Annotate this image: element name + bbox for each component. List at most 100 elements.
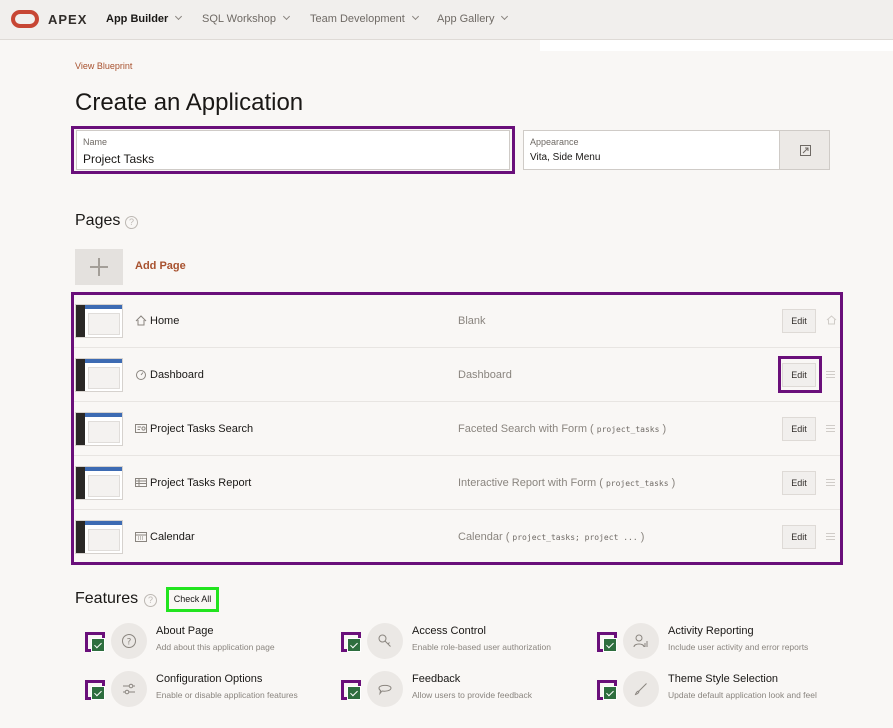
add-page-link[interactable]: Add Page [135,260,186,272]
drag-handle-icon[interactable] [826,425,835,432]
feature-icon-circle: ? [111,623,147,659]
page-source: project_tasks; project ... [512,533,638,542]
open-dialog-icon [800,145,811,156]
page-thumbnail [75,466,123,500]
feature-icon-circle [367,671,403,707]
page-row-project-tasks-report: Project Tasks Report Interactive Report … [74,456,840,510]
page-row-home: Home Blank Edit [74,294,840,348]
feature-feedback: Feedback Allow users to provide feedback [341,671,591,724]
page-title: Create an Application [75,89,304,116]
page-source: project_tasks [605,479,669,488]
feature-title: Configuration Options [156,673,263,685]
page-type: Faceted Search with Form ( project_tasks… [458,423,666,435]
page-type-label: Dashboard [458,369,512,381]
page-thumbnail [75,358,123,392]
edit-page-button[interactable]: Edit [782,417,816,441]
gauge-icon [136,370,146,380]
page-thumbnail [75,304,123,338]
page-name[interactable]: Home [150,315,179,327]
nav-app-builder-label: App Builder [106,13,169,25]
theme-style-selection-checkbox[interactable] [603,686,617,700]
feature-title: Theme Style Selection [668,673,779,685]
search-form-icon [135,424,147,433]
nav-team-development[interactable]: Team Development [310,12,419,25]
sliders-icon [123,683,135,695]
name-field-label: Name [83,137,108,147]
checkbox-highlight [85,680,105,700]
checkbox-highlight [341,680,361,700]
nav-app-builder[interactable]: App Builder [106,12,183,25]
feature-description: Update default application look and feel [668,690,817,700]
checkbox-highlight [597,680,617,700]
feature-theme-style-selection: Theme Style Selection Update default app… [597,671,847,724]
appearance-field[interactable]: Appearance Vita, Side Menu [523,130,780,170]
feature-icon-circle [623,623,659,659]
name-field-value[interactable]: Project Tasks [83,152,154,166]
checkbox-highlight [341,632,361,652]
configuration-options-checkbox[interactable] [91,686,105,700]
page-thumbnail [75,412,123,446]
page-row-project-tasks-search: Project Tasks Search Faceted Search with… [74,402,840,456]
key-icon [378,634,391,647]
feature-title: Feedback [412,673,461,685]
page-name[interactable]: Dashboard [150,369,204,381]
page-name[interactable]: Calendar [150,531,195,543]
feature-icon-circle [367,623,403,659]
feature-title: Access Control [412,625,486,637]
appearance-picker-button[interactable] [779,130,830,170]
feature-title: Activity Reporting [668,625,754,637]
page-type-close: ) [662,423,667,435]
feature-description: Enable or disable application features [156,690,298,700]
feature-configuration-options: Configuration Options Enable or disable … [85,671,335,724]
check-all-button[interactable]: Check All [166,587,219,612]
edit-page-button[interactable]: Edit [782,525,816,549]
page-type-label: Interactive Report with Form ( [458,477,603,489]
name-field[interactable]: Name Project Tasks [76,130,510,170]
activity-reporting-checkbox[interactable] [603,638,617,652]
add-page-button[interactable] [75,249,123,285]
about-page-checkbox[interactable] [91,638,105,652]
question-icon: ? [122,634,136,648]
page-type-close: ) [671,477,676,489]
apex-brand[interactable]: APEX [48,12,87,27]
pages-help-icon[interactable]: ? [125,216,138,229]
nav-app-gallery-label: App Gallery [437,13,495,25]
feature-description: Add about this application page [156,642,275,652]
drag-handle-icon[interactable] [826,479,835,486]
pages-heading: Pages [75,212,121,229]
feature-icon-circle [111,671,147,707]
feedback-checkbox[interactable] [347,686,361,700]
page-row-dashboard: Dashboard Dashboard Edit [74,348,840,402]
feature-description: Include user activity and error reports [668,642,809,652]
top-nav-bar: APEX App Builder SQL Workshop Team Devel… [0,0,893,40]
page-row-calendar: Calendar Calendar ( project_tasks; proje… [74,510,840,564]
user-chart-icon [633,634,648,648]
home-icon [135,315,147,326]
oracle-logo-icon[interactable] [11,10,39,28]
feature-title: About Page [156,625,214,637]
chevron-down-icon [411,12,419,21]
calendar-icon [135,532,147,542]
nav-app-gallery[interactable]: App Gallery [437,12,509,25]
feature-description: Enable role-based user authorization [412,642,551,652]
chat-icon [378,684,392,696]
report-icon [135,478,147,487]
edit-page-button[interactable]: Edit [782,363,816,387]
nav-sql-workshop-label: SQL Workshop [202,13,276,25]
nav-team-development-label: Team Development [310,13,405,25]
page-thumbnail [75,520,123,554]
breadcrumb-view-blueprint[interactable]: View Blueprint [75,61,132,71]
page-name[interactable]: Project Tasks Report [150,477,251,489]
drag-handle-icon[interactable] [826,533,835,540]
chevron-down-icon [501,12,509,21]
features-help-icon[interactable]: ? [144,594,157,607]
brush-icon [634,683,647,696]
page-name[interactable]: Project Tasks Search [150,423,253,435]
chevron-down-icon [282,12,291,21]
edit-page-button[interactable]: Edit [782,471,816,495]
edit-page-button[interactable]: Edit [782,309,816,333]
checkbox-highlight [597,632,617,652]
drag-handle-icon[interactable] [826,371,835,378]
nav-sql-workshop[interactable]: SQL Workshop [202,12,291,25]
access-control-checkbox[interactable] [347,638,361,652]
